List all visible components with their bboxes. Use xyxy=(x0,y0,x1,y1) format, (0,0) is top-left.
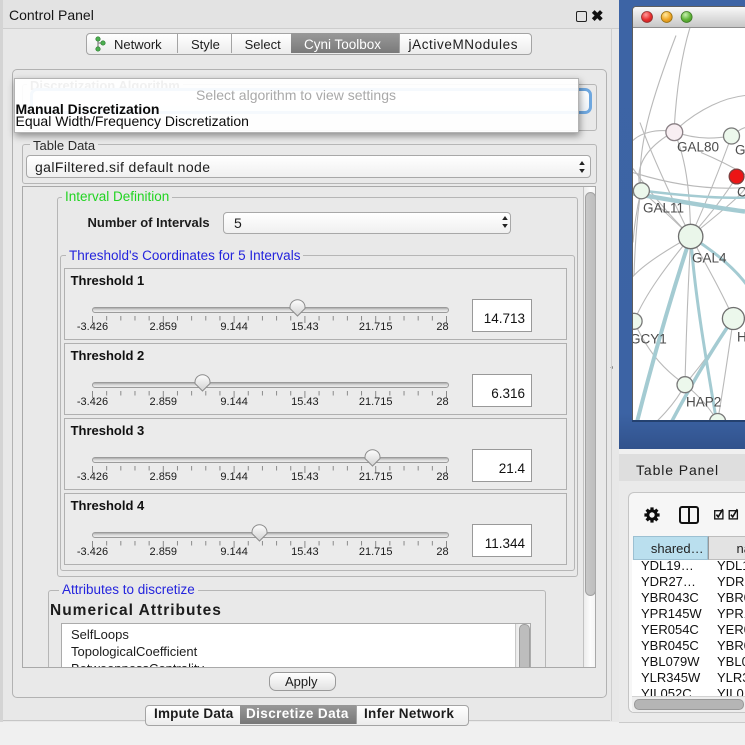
svg-text:GAL80: GAL80 xyxy=(677,139,719,154)
svg-text:C: C xyxy=(737,184,745,199)
svg-text:HI: HI xyxy=(737,329,745,344)
svg-text:HAP2: HAP2 xyxy=(686,394,721,409)
svg-text:GCY1: GCY1 xyxy=(633,331,667,346)
svg-text:GAL4: GAL4 xyxy=(692,250,727,265)
svg-text:GA: GA xyxy=(735,142,745,157)
svg-text:GAL11: GAL11 xyxy=(643,200,684,215)
